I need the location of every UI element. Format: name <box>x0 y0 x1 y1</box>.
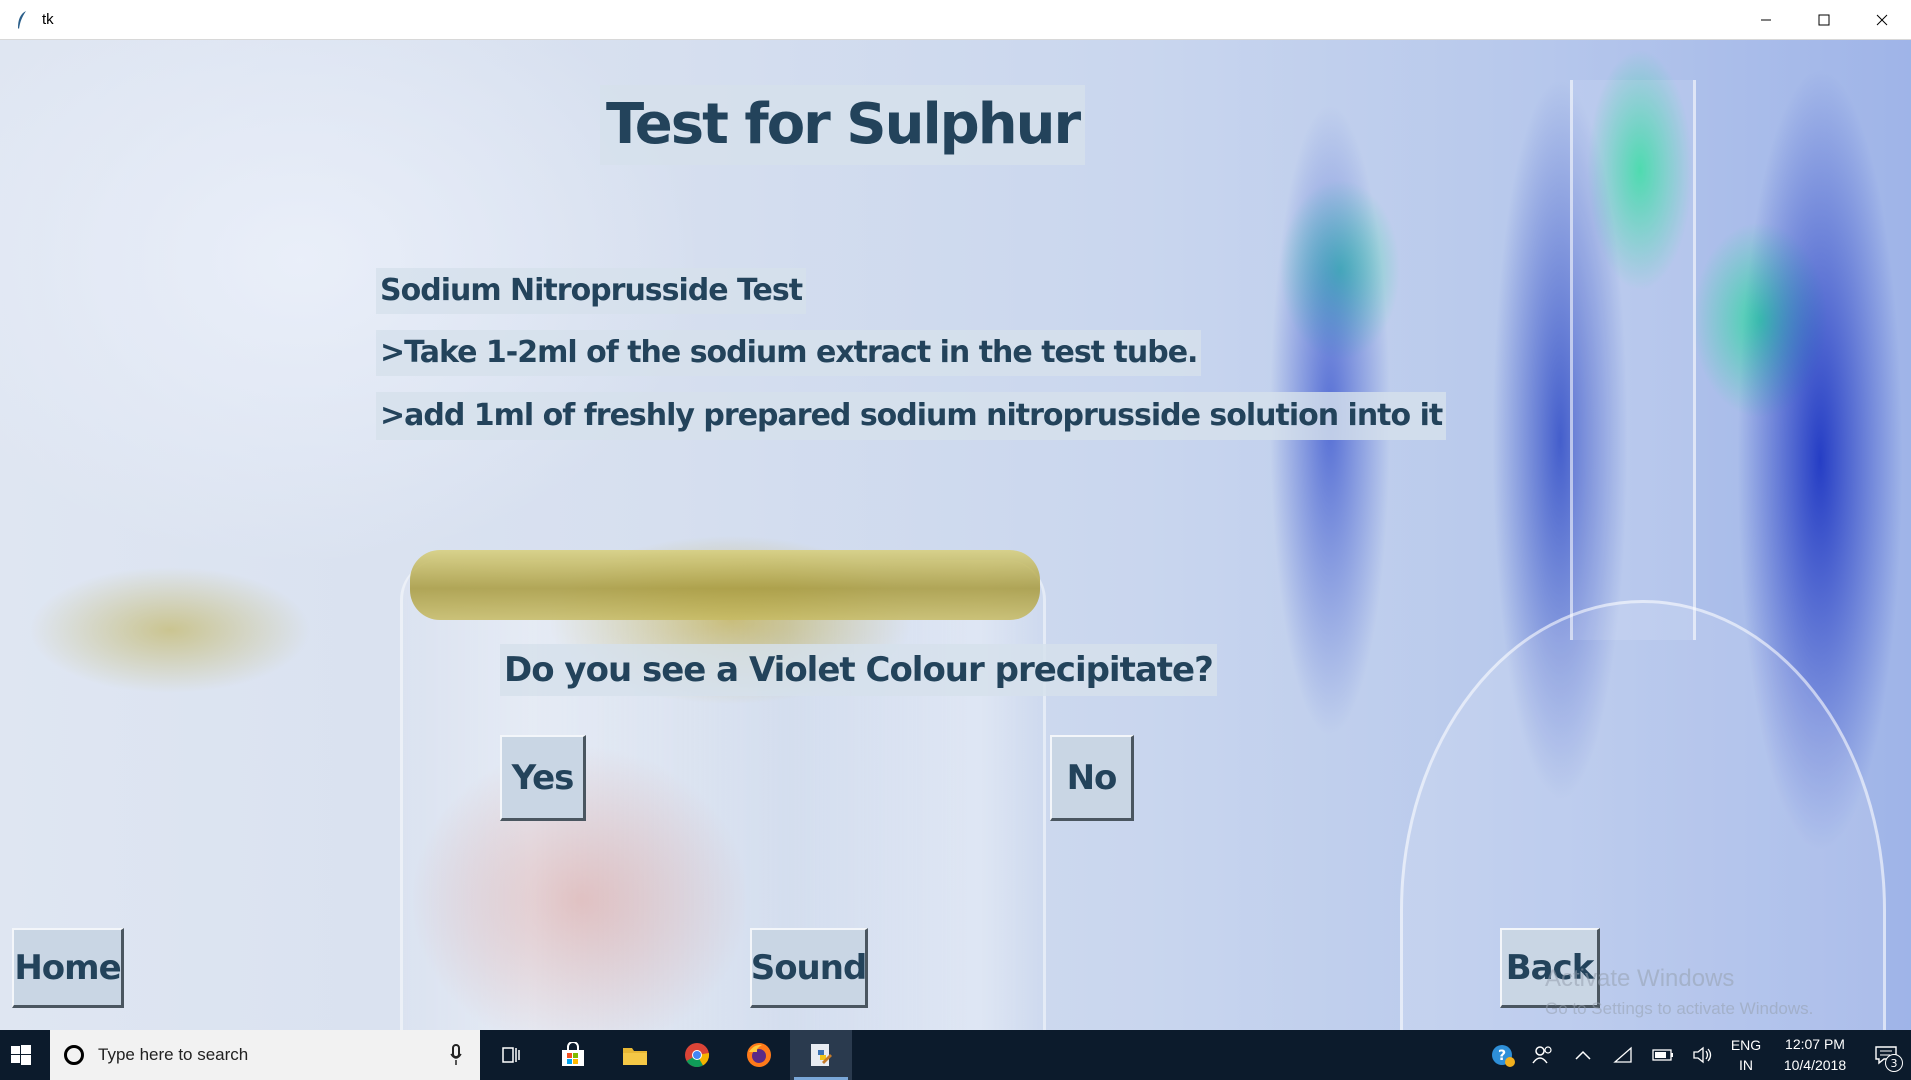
search-placeholder: Type here to search <box>98 1045 249 1064</box>
test-name-label: Sodium Nitroprusside Test <box>376 268 807 314</box>
maximize-icon[interactable] <box>1795 0 1853 39</box>
chrome-icon[interactable] <box>666 1030 728 1080</box>
close-icon[interactable] <box>1853 0 1911 39</box>
volume-icon[interactable] <box>1683 1030 1723 1080</box>
taskbar-search-box[interactable]: Type here to search <box>50 1030 480 1080</box>
chevron-up-icon[interactable] <box>1563 1030 1603 1080</box>
app-canvas: Test for Sulphur Sodium Nitroprusside Te… <box>0 40 1911 1030</box>
language-code: ENG <box>1730 1037 1762 1053</box>
region-code: IN <box>1739 1057 1753 1073</box>
step-1-label: >Take 1-2ml of the sodium extract in the… <box>376 330 1202 376</box>
minimize-icon[interactable] <box>1737 0 1795 39</box>
cortana-icon <box>64 1045 84 1065</box>
yes-button[interactable]: Yes <box>500 735 586 821</box>
input-language-indicator[interactable]: ENG IN <box>1723 1035 1769 1075</box>
page-title: Test for Sulphur <box>600 85 1086 165</box>
firefox-icon[interactable] <box>728 1030 790 1080</box>
windows-start-icon[interactable] <box>0 1030 42 1080</box>
window-titlebar: tk <box>0 0 1911 40</box>
people-icon[interactable] <box>1523 1030 1563 1080</box>
activate-windows-watermark: Activate Windows Go to Settings to activ… <box>1545 965 1813 1019</box>
sound-button[interactable]: Sound <box>750 928 868 1008</box>
action-center-icon[interactable]: 3 <box>1861 1030 1911 1080</box>
home-button[interactable]: Home <box>12 928 124 1008</box>
taskbar: Type here to search ? ENG IN 12:07 PM 10… <box>0 1030 1911 1080</box>
no-button[interactable]: No <box>1050 735 1134 821</box>
background-jar <box>400 560 1046 1030</box>
background-jar-lid <box>410 550 1040 620</box>
question-label: Do you see a Violet Colour precipitate? <box>500 644 1217 696</box>
task-view-icon[interactable] <box>480 1030 542 1080</box>
clock-time: 12:07 PM <box>1785 1036 1845 1052</box>
watermark-line-1: Activate Windows <box>1545 965 1735 992</box>
svg-text:?: ? <box>1498 1048 1506 1064</box>
network-icon[interactable] <box>1603 1030 1643 1080</box>
background-flask-neck <box>1570 80 1696 640</box>
feather-icon <box>14 10 30 30</box>
microphone-icon[interactable] <box>450 1044 462 1070</box>
clock-date: 10/4/2018 <box>1783 1057 1847 1073</box>
python-idle-icon[interactable] <box>790 1030 852 1080</box>
watermark-line-2: Go to Settings to activate Windows. <box>1545 999 1814 1018</box>
file-explorer-icon[interactable] <box>604 1030 666 1080</box>
notification-count-badge: 3 <box>1885 1054 1903 1072</box>
battery-icon[interactable] <box>1643 1030 1683 1080</box>
store-icon[interactable] <box>542 1030 604 1080</box>
step-2-label: >add 1ml of freshly prepared sodium nitr… <box>376 392 1447 440</box>
taskbar-clock[interactable]: 12:07 PM 10/4/2018 <box>1769 1034 1861 1076</box>
help-update-icon[interactable]: ? <box>1483 1030 1523 1080</box>
window-title: tk <box>42 11 54 28</box>
